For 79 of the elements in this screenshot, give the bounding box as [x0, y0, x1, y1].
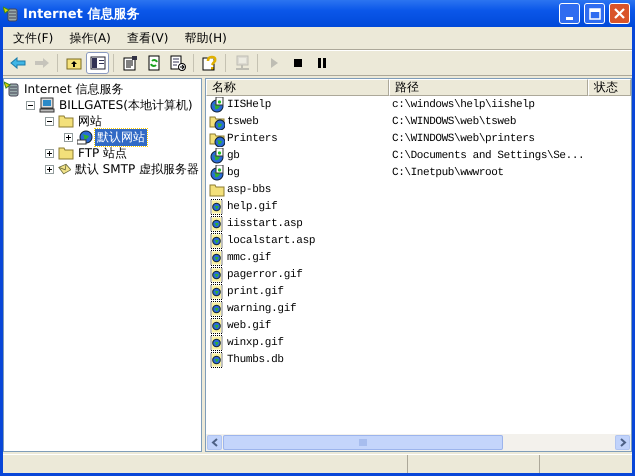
- close-button[interactable]: [609, 3, 630, 24]
- arrow-right-icon: [34, 55, 50, 71]
- document-icon: [209, 334, 225, 350]
- properties-icon: [122, 55, 138, 71]
- close-icon: [612, 6, 627, 21]
- document-icon: [209, 284, 225, 300]
- list-item-name[interactable]: localstart.asp: [227, 234, 316, 246]
- web-app-icon: [209, 164, 225, 180]
- list-item-name[interactable]: web.gif: [227, 320, 272, 332]
- list-item-name[interactable]: gb: [227, 150, 240, 162]
- help-icon: [202, 55, 218, 71]
- folder-icon: [58, 145, 74, 161]
- list-item-name[interactable]: warning.gif: [227, 302, 296, 314]
- list-item-name[interactable]: Thumbs.db: [227, 354, 284, 366]
- table-cell-text: C:\Documents and Settings\Se...: [391, 150, 584, 162]
- horizontal-scrollbar[interactable]: [206, 434, 631, 451]
- document-icon: [209, 232, 225, 248]
- folder-icon: [58, 113, 74, 129]
- list-item-name[interactable]: bg: [227, 166, 240, 178]
- table-cell-text: c:\windows\help\iishelp: [391, 98, 535, 110]
- arrow-left-icon: [10, 55, 26, 71]
- computer-icon: [234, 55, 250, 71]
- tree-item[interactable]: FTP 站点: [76, 144, 130, 162]
- tree-item[interactable]: 默认网站: [95, 128, 147, 146]
- table-cell-text: C:\WINDOWS\web\printers: [391, 132, 535, 144]
- document-icon: [209, 318, 225, 334]
- tree-item[interactable]: Internet 信息服务: [22, 80, 126, 98]
- list-item-name[interactable]: iisstart.asp: [227, 218, 303, 230]
- chevron-left-icon: [210, 438, 218, 447]
- grip-icon: [359, 439, 367, 446]
- menu-item[interactable]: 文件(F): [5, 30, 62, 46]
- server-icon: [4, 81, 20, 97]
- list-item-name[interactable]: print.gif: [227, 286, 284, 298]
- folder-globe-icon: [209, 130, 225, 146]
- computer-icon: [39, 97, 55, 113]
- table-cell-text: C:\Inetpub\wwwroot: [391, 166, 504, 178]
- folder-globe-icon: [209, 114, 225, 130]
- show-tree-button[interactable]: [86, 52, 109, 74]
- tree-item[interactable]: 网站: [76, 112, 104, 130]
- refresh-icon: [146, 55, 162, 71]
- menu-item[interactable]: 操作(A): [61, 30, 119, 46]
- list-item-name[interactable]: pagerror.gif: [227, 268, 303, 280]
- list-item-name[interactable]: IISHelp: [227, 98, 272, 110]
- document-icon: [209, 300, 225, 316]
- scroll-left-button[interactable]: [207, 435, 222, 450]
- scroll-right-button[interactable]: [615, 435, 630, 450]
- scroll-thumb[interactable]: [223, 435, 503, 450]
- document-icon: [209, 266, 225, 282]
- tree-item[interactable]: BILLGATES(本地计算机): [57, 96, 195, 114]
- menu-item[interactable]: 帮助(H): [176, 30, 235, 46]
- column-header[interactable]: 路径: [389, 79, 588, 96]
- envelope-icon: [58, 161, 71, 177]
- column-header[interactable]: 名称: [206, 79, 389, 96]
- list-item-name[interactable]: tsweb: [227, 116, 259, 128]
- tree-item[interactable]: 默认 SMTP 虚拟服务器: [72, 160, 201, 178]
- chevron-right-icon: [618, 438, 626, 447]
- document-icon: [209, 250, 225, 266]
- web-app-icon: [209, 96, 225, 112]
- maximize-icon: [587, 6, 602, 21]
- folder-icon: [209, 182, 225, 198]
- document-icon: [209, 216, 225, 232]
- server-icon: [3, 6, 19, 22]
- list-item-name[interactable]: asp-bbs: [227, 184, 272, 196]
- maximize-button[interactable]: [584, 3, 605, 24]
- minimize-button[interactable]: [559, 3, 580, 24]
- panel-icon: [90, 55, 106, 71]
- globe-icon: [77, 129, 93, 145]
- list-item-name[interactable]: winxp.gif: [227, 336, 284, 348]
- list-item-name[interactable]: Printers: [227, 132, 278, 144]
- column-header[interactable]: 状态: [588, 79, 631, 96]
- list-item-name[interactable]: help.gif: [227, 200, 278, 212]
- window-title: Internet 信息服务: [23, 6, 140, 22]
- menu-item[interactable]: 查看(V): [118, 30, 176, 46]
- list-item-name[interactable]: mmc.gif: [227, 252, 272, 264]
- export-list-icon: [170, 55, 186, 71]
- document-icon: [209, 352, 225, 368]
- document-icon: [209, 198, 225, 214]
- table-cell-text: C:\WINDOWS\web\tsweb: [391, 116, 516, 128]
- minimize-icon: [566, 16, 573, 20]
